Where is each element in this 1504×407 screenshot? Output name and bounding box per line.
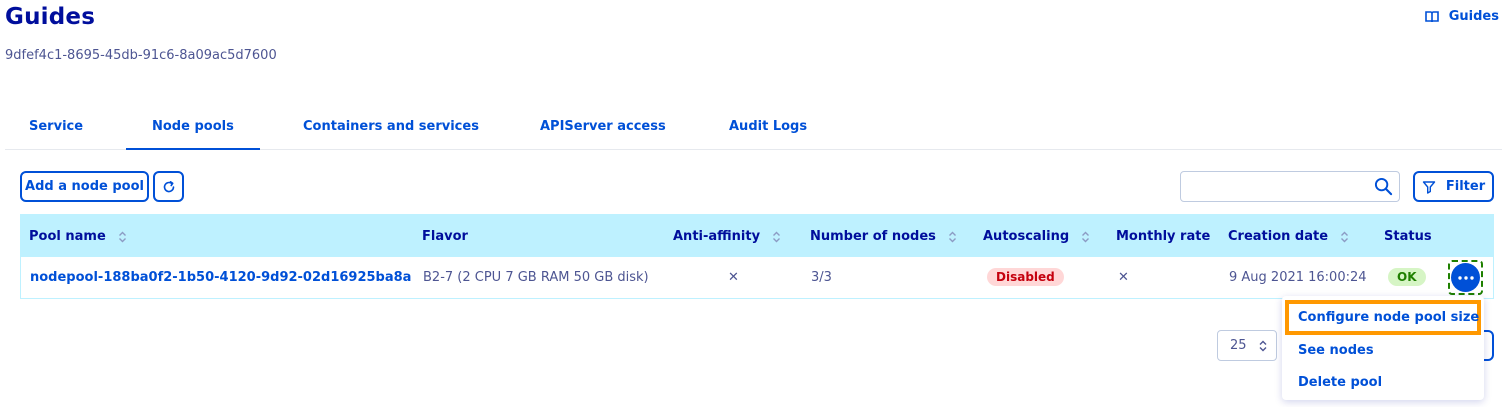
search-box [1180, 171, 1400, 202]
tab-bar: Service Node pools Containers and servic… [5, 109, 1502, 150]
refresh-icon [163, 180, 174, 192]
column-header-number-of-nodes[interactable]: Number of nodes [810, 229, 957, 244]
creation-date-cell: 9 Aug 2021 16:00:24 [1229, 270, 1367, 285]
table-row: nodepool-188ba0f2-1b50-4120-9d92-02d1692… [20, 257, 1494, 299]
status-cell: OK [1388, 268, 1426, 286]
column-header-anti-affinity[interactable]: Anti-affinity [673, 229, 781, 244]
menu-item-delete-pool[interactable]: Delete pool [1298, 375, 1382, 390]
column-header-creation-date[interactable]: Creation date [1228, 229, 1349, 244]
page-title: Guides [5, 4, 96, 30]
column-header-autoscaling[interactable]: Autoscaling [983, 229, 1090, 244]
menu-item-see-nodes[interactable]: See nodes [1298, 343, 1374, 358]
filter-button[interactable]: Filter [1413, 171, 1494, 202]
guides-link-label: Guides [1448, 9, 1499, 24]
refresh-button[interactable] [153, 171, 184, 202]
column-header-status: Status [1384, 229, 1432, 244]
page-size-select[interactable]: 25 [1217, 330, 1277, 361]
sort-icon [948, 231, 956, 242]
tab-containers-and-services[interactable]: Containers and services [303, 119, 479, 150]
filter-icon [1422, 180, 1436, 194]
anti-affinity-cell: ✕ [728, 270, 739, 285]
search-input[interactable] [1181, 172, 1361, 201]
search-icon[interactable] [1374, 177, 1393, 196]
sort-icon [1341, 231, 1349, 242]
column-header-flavor: Flavor [422, 229, 468, 244]
status-badge: OK [1388, 268, 1426, 286]
sort-icon [118, 231, 126, 242]
book-icon [1424, 10, 1439, 22]
service-id: 9dfef4c1-8695-45db-91c6-8a09ac5d7600 [5, 48, 277, 63]
guides-link[interactable]: Guides [1424, 9, 1499, 24]
nodes-cell: 3/3 [811, 270, 832, 285]
flavor-cell: B2-7 (2 CPU 7 GB RAM 50 GB disk) [423, 270, 649, 285]
sort-icon [773, 231, 781, 242]
sort-icon [1082, 231, 1090, 242]
tab-service[interactable]: Service [29, 119, 83, 150]
more-horizontal-icon [1457, 275, 1474, 280]
page-size-value: 25 [1230, 338, 1247, 353]
row-actions-menu: Configure node pool size See nodes Delet… [1282, 296, 1484, 400]
tab-apiserver-access[interactable]: APIServer access [540, 119, 666, 150]
node-pool-table: Pool name Flavor Anti-affinity Number of… [20, 214, 1494, 299]
row-actions-focus [1448, 260, 1483, 295]
menu-item-configure-node-pool-size[interactable]: Configure node pool size [1285, 300, 1481, 335]
row-actions-button[interactable] [1451, 263, 1480, 292]
autoscaling-cell: Disabled [987, 268, 1064, 286]
pool-name-link[interactable]: nodepool-188ba0f2-1b50-4120-9d92-02d1692… [30, 270, 411, 285]
chevron-up-down-icon [1259, 340, 1267, 352]
filter-label: Filter [1445, 179, 1486, 194]
tab-audit-logs[interactable]: Audit Logs [729, 119, 807, 150]
add-node-pool-button[interactable]: Add a node pool [20, 171, 149, 202]
tab-node-pools[interactable]: Node pools [126, 119, 260, 150]
table-header: Pool name Flavor Anti-affinity Number of… [20, 214, 1494, 257]
column-header-pool-name[interactable]: Pool name [29, 229, 127, 244]
monthly-rate-cell: ✕ [1118, 270, 1129, 285]
autoscaling-badge: Disabled [987, 268, 1064, 286]
column-header-monthly-rate: Monthly rate [1116, 229, 1211, 244]
